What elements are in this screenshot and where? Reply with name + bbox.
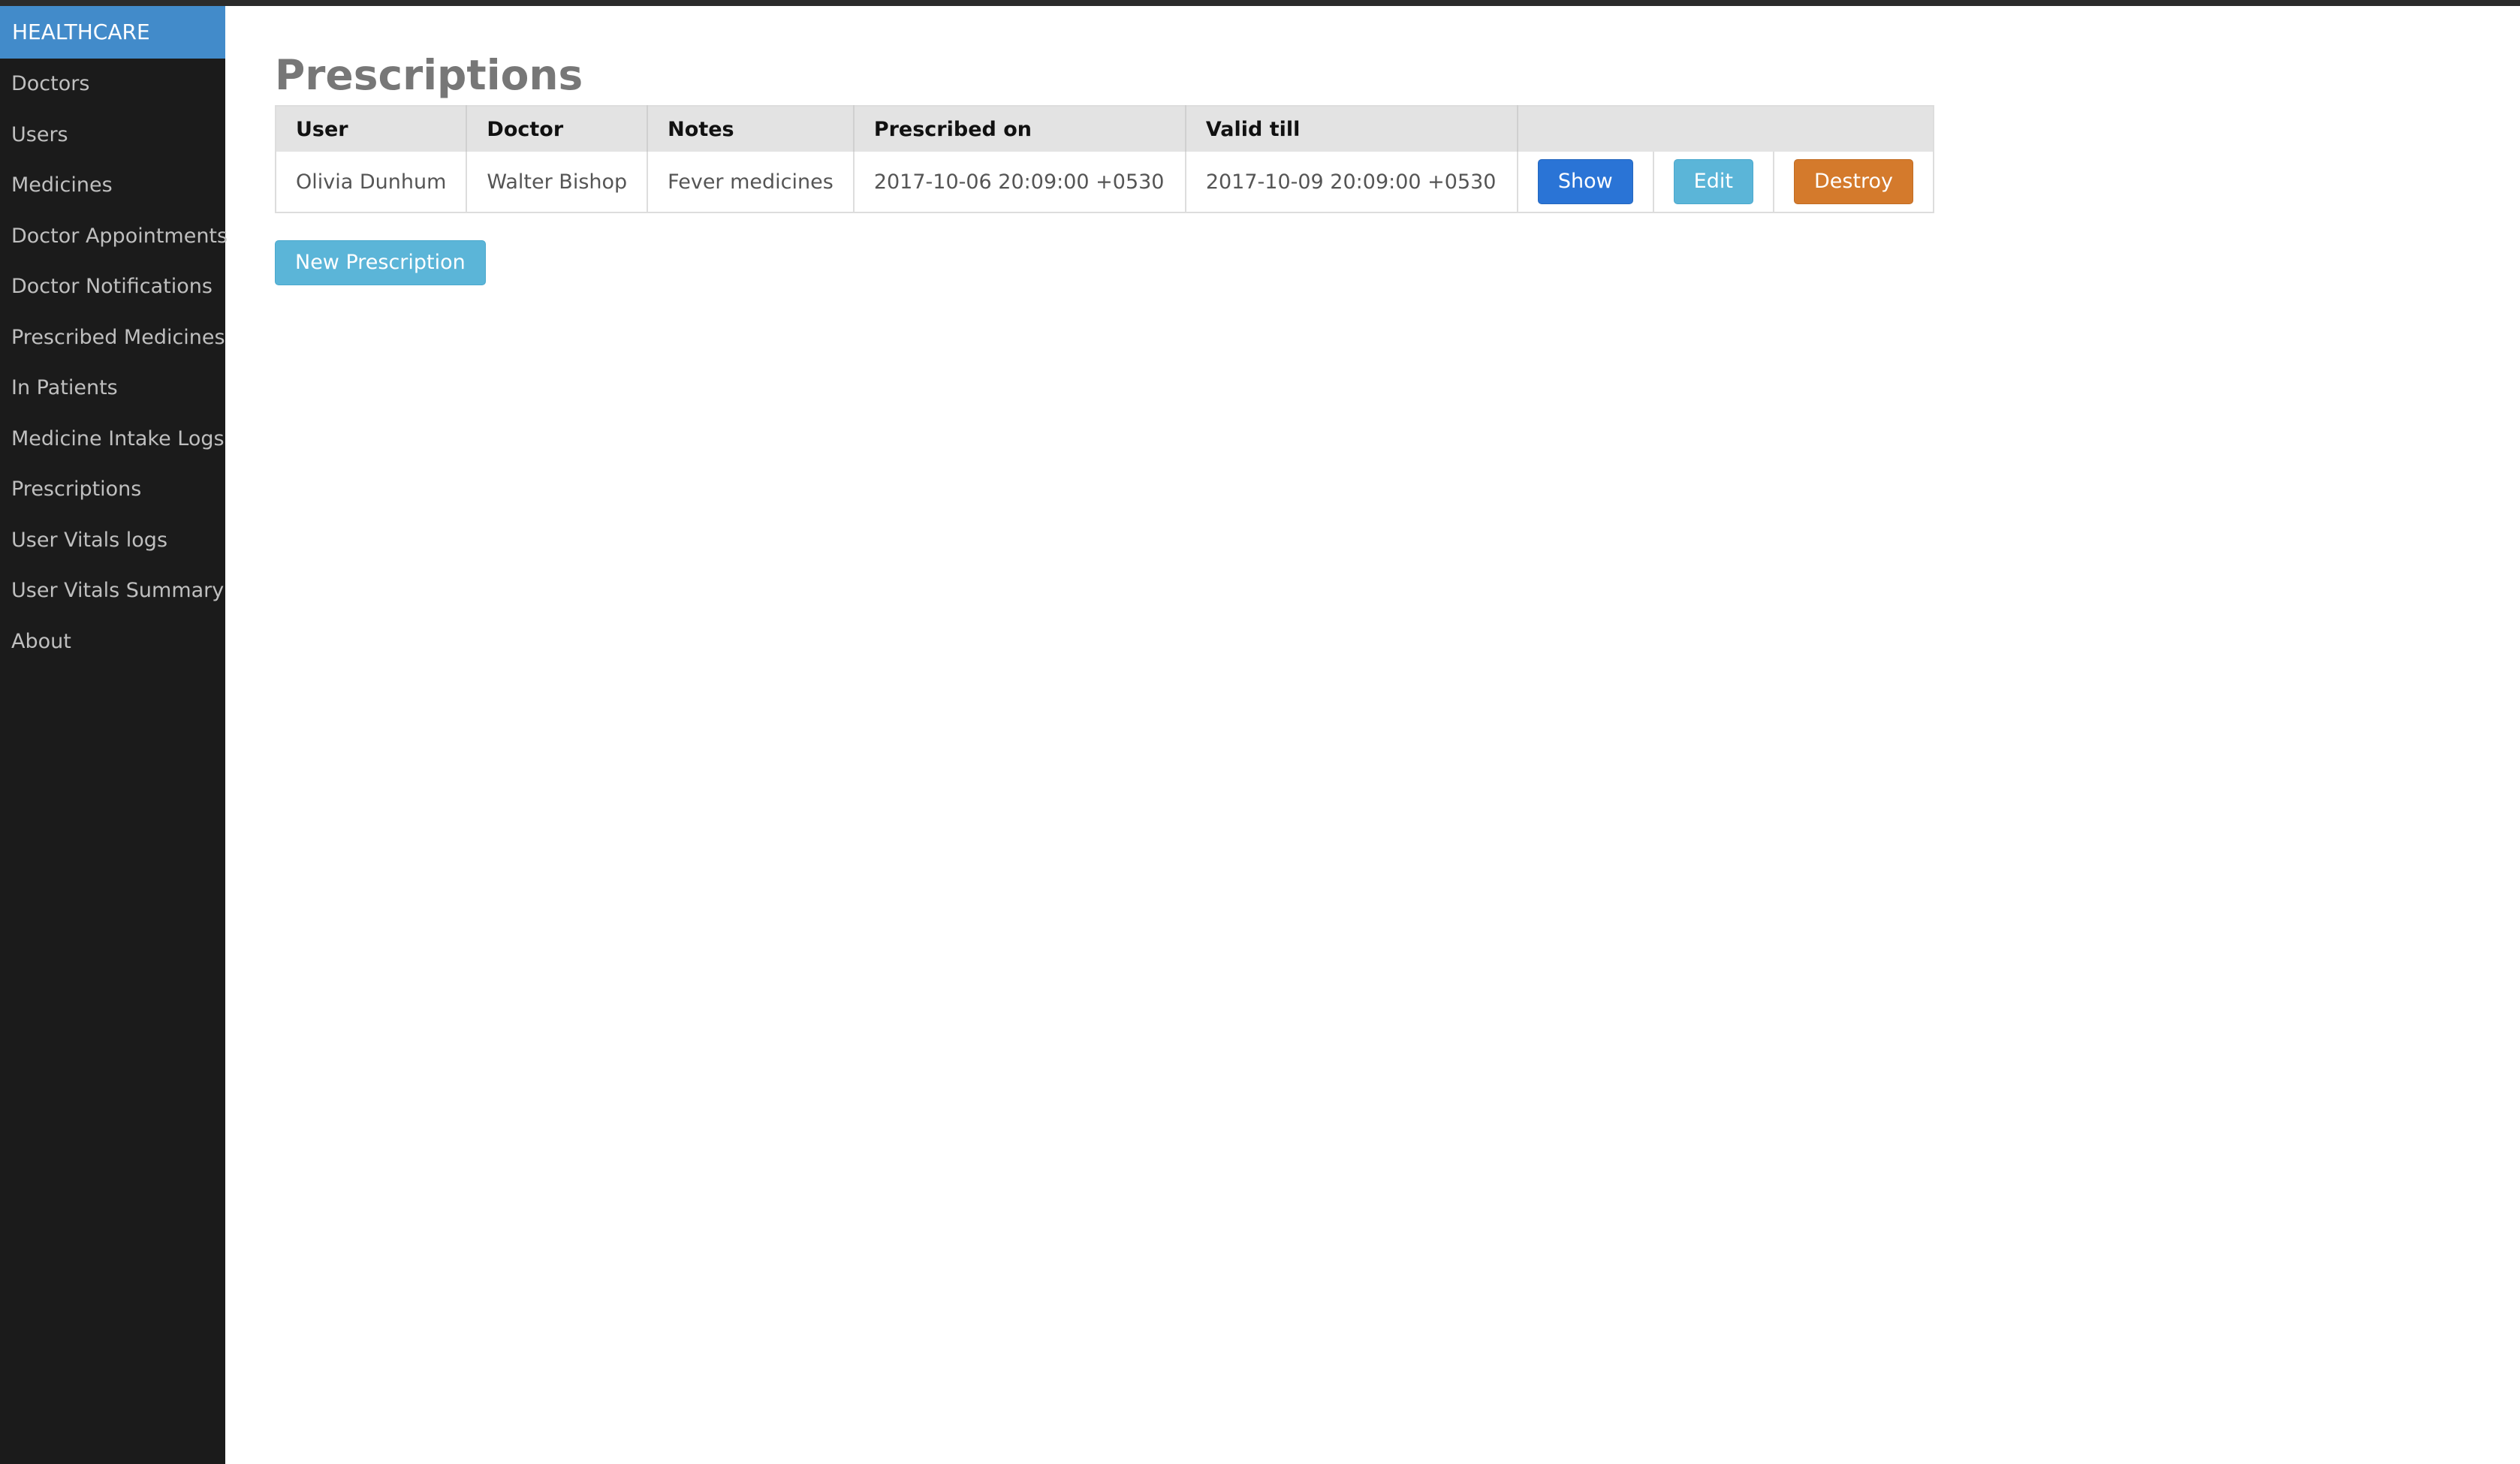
sidebar-nav: Doctors Users Medicines Doctor Appointme… (0, 59, 228, 667)
brand-link[interactable]: HEALTHCARE (0, 6, 225, 59)
prescriptions-table: User Doctor Notes Prescribed on Valid ti… (275, 105, 1935, 213)
sidebar-item-users: Users (0, 110, 225, 161)
cell-notes: Fever medicines (647, 152, 854, 212)
cell-destroy: Destroy (1772, 152, 1934, 212)
top-bar (0, 0, 2520, 6)
sidebar-link-medicine-intake-logs[interactable]: Medicine Intake Logs (0, 414, 225, 465)
sidebar-link-user-vitals-summary[interactable]: User Vitals Summary (0, 565, 225, 616)
show-button[interactable]: Show (1537, 159, 1633, 204)
sidebar-item-medicine-intake-logs: Medicine Intake Logs (0, 414, 225, 465)
column-header-prescribed-on: Prescribed on (852, 106, 1186, 152)
page-title: Prescriptions (275, 51, 583, 99)
sidebar-item-doctor-appointments: Doctor Appointments (0, 211, 228, 262)
sidebar-item-prescribed-medicines: Prescribed Medicines (0, 312, 225, 363)
cell-edit: Edit (1652, 152, 1774, 212)
sidebar-link-in-patients[interactable]: In Patients (0, 363, 225, 414)
edit-button[interactable]: Edit (1673, 159, 1753, 204)
sidebar-item-in-patients: In Patients (0, 363, 225, 414)
main-content: Prescriptions User Doctor Notes Prescrib… (275, 6, 2452, 285)
sidebar-item-medicines: Medicines (0, 160, 225, 211)
sidebar: HEALTHCARE Doctors Users Medicines Docto… (0, 6, 228, 1464)
column-header-user: User (276, 106, 467, 152)
cell-valid-till: 2017-10-09 20:09:00 +0530 (1184, 152, 1518, 212)
cell-prescribed-on: 2017-10-06 20:09:00 +0530 (852, 152, 1186, 212)
sidebar-item-doctors: Doctors (0, 59, 225, 110)
sidebar-link-doctors[interactable]: Doctors (0, 59, 225, 110)
sidebar-item-user-vitals-logs: User Vitals logs (0, 515, 225, 566)
sidebar-item-doctor-notifications: Doctor Notifications (0, 261, 225, 312)
cell-user: Olivia Dunhum (296, 170, 447, 194)
sidebar-link-doctor-appointments[interactable]: Doctor Appointments (0, 211, 228, 262)
destroy-button[interactable]: Destroy (1793, 159, 1914, 204)
cell-doctor: Walter Bishop (466, 152, 648, 212)
sidebar-link-users[interactable]: Users (0, 110, 225, 161)
column-header-valid-till: Valid till (1184, 106, 1518, 152)
column-header-notes: Notes (647, 106, 854, 152)
sidebar-link-medicines[interactable]: Medicines (0, 160, 225, 211)
sidebar-item-about: About (0, 616, 225, 667)
column-header-doctor: Doctor (466, 106, 648, 152)
table-row: Olivia Dunhum Walter Bishop Fever medici… (276, 152, 1934, 212)
sidebar-item-prescriptions: Prescriptions (0, 464, 225, 515)
cell-show: Show (1516, 152, 1653, 212)
sidebar-link-user-vitals-logs[interactable]: User Vitals logs (0, 515, 225, 566)
new-prescription-button[interactable]: New Prescription (275, 240, 486, 285)
sidebar-link-doctor-notifications[interactable]: Doctor Notifications (0, 261, 225, 312)
sidebar-link-about[interactable]: About (0, 616, 225, 667)
table-header-row: User Doctor Notes Prescribed on Valid ti… (276, 106, 1934, 152)
sidebar-link-prescribed-medicines[interactable]: Prescribed Medicines (0, 312, 225, 363)
column-header-actions (1516, 106, 1934, 152)
sidebar-item-user-vitals-summary: User Vitals Summary (0, 565, 225, 616)
sidebar-link-prescriptions[interactable]: Prescriptions (0, 464, 225, 515)
